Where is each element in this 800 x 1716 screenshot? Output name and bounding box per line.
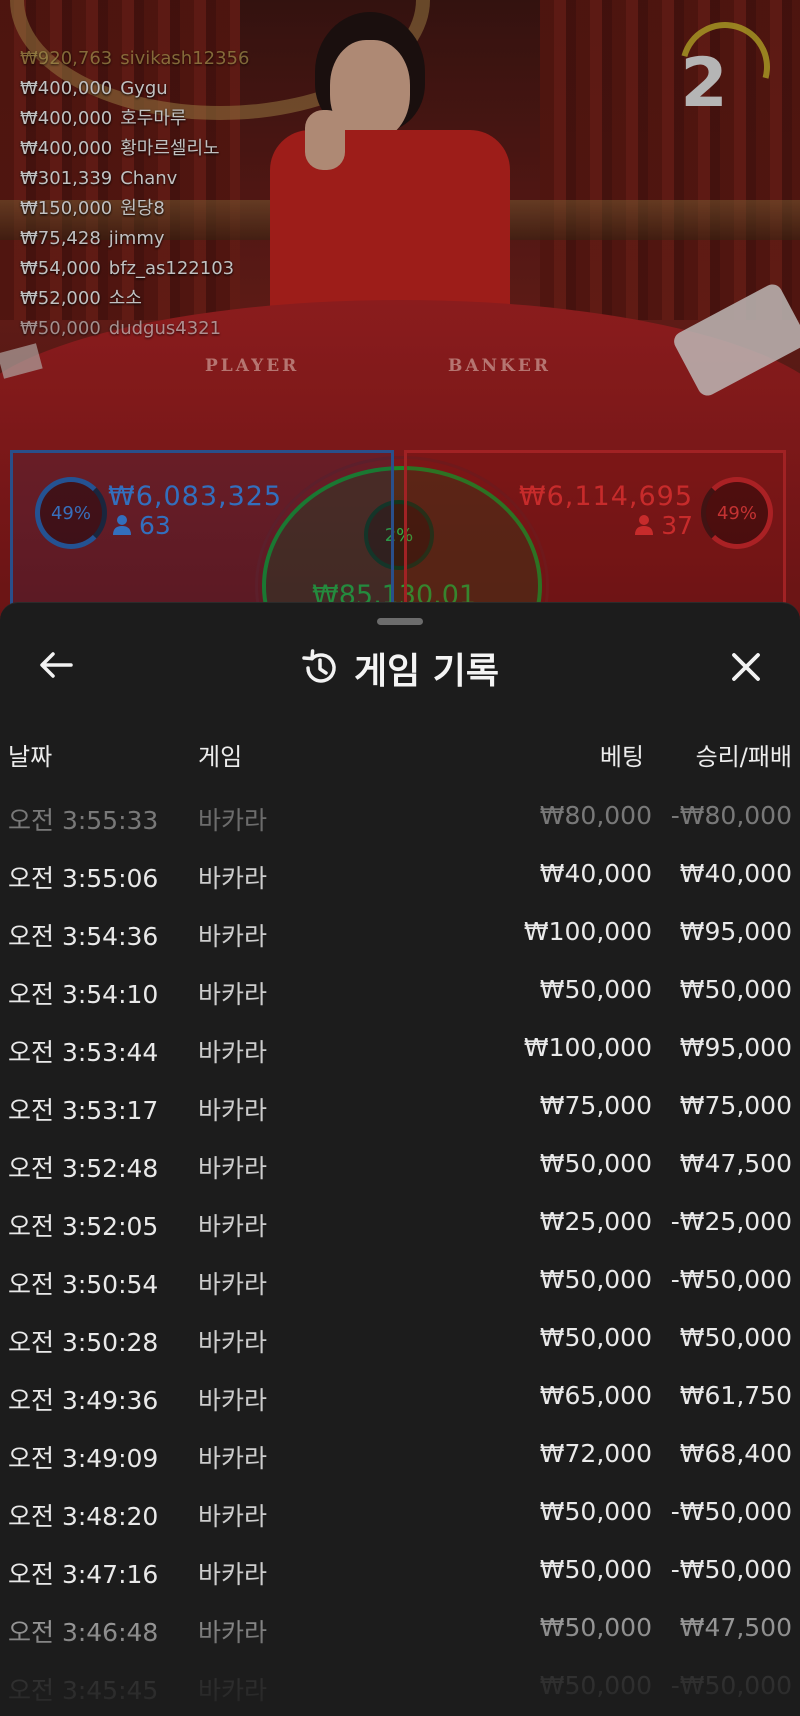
history-date: 오전 3:49:09 <box>8 1444 159 1473</box>
history-row[interactable]: 오전 3:47:16 바카라 ₩50,000 -₩50,000 <box>0 1545 800 1603</box>
history-result: ₩95,000 <box>679 1033 792 1062</box>
history-date: 오전 3:55:33 <box>8 806 159 835</box>
history-row[interactable]: 오전 3:48:20 바카라 ₩50,000 -₩50,000 <box>0 1487 800 1545</box>
history-date: 오전 3:48:20 <box>8 1502 159 1531</box>
history-result: ₩95,000 <box>679 917 792 946</box>
history-result: -₩50,000 <box>670 1671 792 1700</box>
history-game: 바카라 <box>198 922 268 951</box>
history-bet: ₩100,000 <box>523 917 652 946</box>
column-header-bet: 베팅 <box>599 743 644 771</box>
history-bet: ₩50,000 <box>539 1555 652 1584</box>
history-row[interactable]: 오전 3:50:28 바카라 ₩50,000 ₩50,000 <box>0 1313 800 1371</box>
history-bet: ₩50,000 <box>539 975 652 1004</box>
history-result: ₩47,500 <box>679 1613 792 1642</box>
history-date: 오전 3:54:36 <box>8 922 159 951</box>
history-date: 오전 3:45:45 <box>8 1676 159 1705</box>
app-root: PLAYER BANKER 2 ₩920,763 sivikash12356 ₩40… <box>0 0 800 1716</box>
history-row[interactable]: 오전 3:50:54 바카라 ₩50,000 -₩50,000 <box>0 1255 800 1313</box>
history-row[interactable]: 오전 3:49:36 바카라 ₩65,000 ₩61,750 <box>0 1371 800 1429</box>
close-button[interactable] <box>722 643 770 691</box>
close-icon <box>732 653 760 681</box>
column-header-date: 날짜 <box>8 743 53 771</box>
history-game: 바카라 <box>198 980 268 1009</box>
history-row[interactable]: 오전 3:53:17 바카라 ₩75,000 ₩75,000 <box>0 1081 800 1139</box>
history-bet: ₩50,000 <box>539 1497 652 1526</box>
history-result: ₩50,000 <box>679 1323 792 1352</box>
history-table-body[interactable]: 오전 3:55:33 바카라 ₩80,000 -₩80,000 오전 3:55:06 바카… <box>0 791 800 1716</box>
history-game: 바카라 <box>198 1212 268 1241</box>
sheet-drag-handle[interactable] <box>377 618 423 625</box>
history-game: 바카라 <box>198 1270 268 1299</box>
history-game: 바카라 <box>198 1502 268 1531</box>
history-row[interactable]: 오전 3:54:36 바카라 ₩100,000 ₩95,000 <box>0 907 800 965</box>
history-game: 바카라 <box>198 1386 268 1415</box>
table-header: 날짜 게임 베팅 승리/패배 <box>0 733 800 773</box>
history-bet: ₩100,000 <box>523 1033 652 1062</box>
history-date: 오전 3:50:28 <box>8 1328 159 1357</box>
column-header-game: 게임 <box>198 743 243 771</box>
history-row[interactable]: 오전 3:46:48 바카라 ₩50,000 ₩47,500 <box>0 1603 800 1661</box>
history-date: 오전 3:50:54 <box>8 1270 159 1299</box>
arrow-left-icon <box>40 652 73 678</box>
history-result: ₩47,500 <box>679 1149 792 1178</box>
history-game: 바카라 <box>198 806 268 835</box>
history-bet: ₩40,000 <box>539 859 652 888</box>
history-date: 오전 3:47:16 <box>8 1560 159 1589</box>
history-game: 바카라 <box>198 1154 268 1183</box>
history-date: 오전 3:53:44 <box>8 1038 159 1067</box>
scene-dim-overlay <box>0 0 800 640</box>
history-row[interactable]: 오전 3:45:45 바카라 ₩50,000 -₩50,000 <box>0 1661 800 1716</box>
history-row[interactable]: 오전 3:54:10 바카라 ₩50,000 ₩50,000 <box>0 965 800 1023</box>
game-history-sheet: 게임 기록 날짜 게임 베팅 승리/패배 오전 3:55:33 바카라 ₩80,00… <box>0 602 800 1716</box>
history-row[interactable]: 오전 3:53:44 바카라 ₩100,000 ₩95,000 <box>0 1023 800 1081</box>
history-game: 바카라 <box>198 1618 268 1647</box>
history-game: 바카라 <box>198 1676 268 1705</box>
history-row[interactable]: 오전 3:52:05 바카라 ₩25,000 -₩25,000 <box>0 1197 800 1255</box>
history-bet: ₩50,000 <box>539 1265 652 1294</box>
column-header-result: 승리/패배 <box>695 743 792 771</box>
history-date: 오전 3:52:05 <box>8 1212 159 1241</box>
history-result: -₩25,000 <box>670 1207 792 1236</box>
history-result: ₩61,750 <box>679 1381 792 1410</box>
history-game: 바카라 <box>198 1096 268 1125</box>
history-date: 오전 3:54:10 <box>8 980 159 1009</box>
history-result: ₩50,000 <box>679 975 792 1004</box>
history-result: -₩50,000 <box>670 1555 792 1584</box>
history-bet: ₩25,000 <box>539 1207 652 1236</box>
history-bet: ₩50,000 <box>539 1149 652 1178</box>
history-game: 바카라 <box>198 1038 268 1067</box>
history-icon <box>302 649 336 683</box>
history-bet: ₩80,000 <box>539 801 652 830</box>
history-bet: ₩50,000 <box>539 1323 652 1352</box>
history-game: 바카라 <box>198 1560 268 1589</box>
history-bet: ₩50,000 <box>539 1613 652 1642</box>
live-game-scene: PLAYER BANKER 2 ₩920,763 sivikash12356 ₩40… <box>0 0 800 640</box>
history-result: ₩40,000 <box>679 859 792 888</box>
history-game: 바카라 <box>198 864 268 893</box>
history-date: 오전 3:52:48 <box>8 1154 159 1183</box>
history-bet: ₩75,000 <box>539 1091 652 1120</box>
history-bet: ₩65,000 <box>539 1381 652 1410</box>
history-row[interactable]: 오전 3:52:48 바카라 ₩50,000 ₩47,500 <box>0 1139 800 1197</box>
history-game: 바카라 <box>198 1444 268 1473</box>
history-bet: ₩72,000 <box>539 1439 652 1468</box>
history-result: -₩80,000 <box>670 801 792 830</box>
history-row[interactable]: 오전 3:55:33 바카라 ₩80,000 -₩80,000 <box>0 791 800 849</box>
sheet-header: 게임 기록 <box>300 643 499 693</box>
history-date: 오전 3:46:48 <box>8 1618 159 1647</box>
history-result: ₩68,400 <box>679 1439 792 1468</box>
history-date: 오전 3:53:17 <box>8 1096 159 1125</box>
history-result: -₩50,000 <box>670 1497 792 1526</box>
history-game: 바카라 <box>198 1328 268 1357</box>
sheet-title: 게임 기록 <box>354 651 500 692</box>
history-date: 오전 3:49:36 <box>8 1386 159 1415</box>
history-date: 오전 3:55:06 <box>8 864 159 893</box>
history-result: -₩50,000 <box>670 1265 792 1294</box>
history-row[interactable]: 오전 3:55:06 바카라 ₩40,000 ₩40,000 <box>0 849 800 907</box>
history-bet: ₩50,000 <box>539 1671 652 1700</box>
history-result: ₩75,000 <box>679 1091 792 1120</box>
back-button[interactable] <box>34 643 78 687</box>
history-row[interactable]: 오전 3:49:09 바카라 ₩72,000 ₩68,400 <box>0 1429 800 1487</box>
